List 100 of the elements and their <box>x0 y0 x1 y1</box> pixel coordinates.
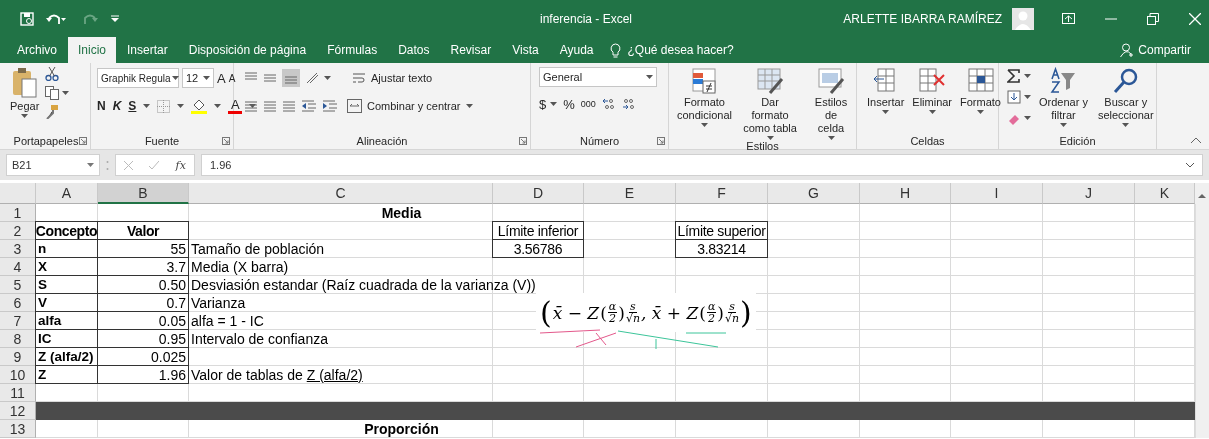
decrease-indent-icon[interactable] <box>301 99 317 113</box>
scroll-up-button[interactable] <box>1195 183 1209 204</box>
column-header[interactable]: G <box>768 183 860 204</box>
insert-function-button[interactable]: fx <box>175 158 186 172</box>
column-header[interactable]: A <box>36 183 98 204</box>
close-icon[interactable] <box>1189 12 1201 25</box>
row-header[interactable]: 4 <box>0 258 36 276</box>
style-button[interactable]: Estilos de celda <box>806 67 856 140</box>
row-header[interactable]: 11 <box>0 384 36 402</box>
cells-button[interactable]: Formato <box>958 67 1003 114</box>
font-color-button[interactable]: A <box>228 98 243 114</box>
column-header[interactable]: I <box>951 183 1043 204</box>
row-header[interactable]: 2 <box>0 222 36 240</box>
row-header[interactable]: 8 <box>0 330 36 348</box>
ribbon-tab[interactable]: Vista <box>502 37 549 63</box>
fill-color-icon[interactable] <box>191 98 208 114</box>
row-header[interactable]: 9 <box>0 348 36 366</box>
column-header[interactable]: F <box>676 183 768 204</box>
table-cell: 1.96 <box>158 367 186 382</box>
row-header[interactable]: 6 <box>0 294 36 312</box>
column-header[interactable]: E <box>584 183 676 204</box>
ribbon-tab[interactable]: Disposición de página <box>178 37 317 63</box>
collapse-ribbon-icon[interactable] <box>1191 137 1201 143</box>
ribbon-display-icon[interactable] <box>1062 13 1075 24</box>
share-button[interactable]: Compartir <box>1114 37 1209 63</box>
ribbon-tab[interactable]: Inicio <box>68 37 117 63</box>
caret-icon <box>62 91 70 95</box>
column-header[interactable]: H <box>860 183 951 204</box>
ribbon-tab[interactable]: Fórmulas <box>317 37 388 63</box>
cells-button[interactable]: Insertar <box>865 67 907 114</box>
underline-button[interactable]: S <box>128 99 137 113</box>
style-button[interactable]: Dar formato como tabla <box>740 67 800 140</box>
row-header[interactable]: 5 <box>0 276 36 294</box>
column-header[interactable]: B <box>98 183 189 204</box>
fill-icon[interactable] <box>1007 90 1021 104</box>
wrap-text-icon <box>352 71 366 85</box>
user-name: ARLETTE IBARRA RAMÍREZ <box>843 11 1002 26</box>
ribbon-tab[interactable]: Archivo <box>7 37 67 63</box>
number-format-dropdown[interactable]: General <box>539 67 657 87</box>
column-header[interactable]: C <box>189 183 493 204</box>
style-button[interactable]: Formato condicional <box>675 67 735 127</box>
formula-field[interactable]: 1.96 <box>210 159 232 171</box>
cut-icon[interactable] <box>45 67 60 81</box>
ribbon-tab[interactable]: Insertar <box>117 37 178 63</box>
align-left-icon[interactable] <box>244 99 258 113</box>
table-cell: X <box>38 259 47 274</box>
row-header[interactable]: 10 <box>0 366 36 384</box>
percent-button[interactable]: % <box>563 96 575 112</box>
table-cell: 3.83214 <box>697 241 746 256</box>
grow-font-button[interactable]: A <box>217 70 226 86</box>
dialog-launcher-icon[interactable] <box>657 137 665 145</box>
paste-icon[interactable] <box>11 67 38 99</box>
ribbon-tab[interactable]: Datos <box>388 37 440 63</box>
expand-icon[interactable] <box>1186 162 1194 168</box>
copy-icon[interactable] <box>45 86 60 100</box>
cells-button[interactable]: Eliminar <box>910 67 955 114</box>
edit-button[interactable]: Ordenar y filtrar <box>1037 67 1090 127</box>
borders-icon[interactable] <box>157 99 171 113</box>
cell-note: Varianza <box>191 295 246 310</box>
name-box[interactable]: B21 <box>6 154 100 176</box>
currency-button[interactable]: $ <box>539 96 558 112</box>
restore-icon[interactable] <box>1147 12 1159 25</box>
row-header[interactable]: 3 <box>0 240 36 258</box>
dialog-launcher-icon[interactable] <box>519 137 527 145</box>
save-icon[interactable] <box>20 11 34 26</box>
row-header[interactable]: 1 <box>0 204 36 222</box>
shrink-font-button[interactable]: A <box>228 72 236 84</box>
column-header[interactable]: K <box>1135 183 1195 204</box>
autosum-icon[interactable] <box>1007 69 1021 83</box>
row-header[interactable]: 7 <box>0 312 36 330</box>
table-cell: Límite inferior <box>497 223 579 238</box>
tell-me-field[interactable]: ¿Qué desea hacer? <box>627 43 734 57</box>
column-header[interactable]: D <box>493 183 584 204</box>
font-name-dropdown[interactable]: Graphik Regula <box>97 68 179 88</box>
decrease-decimal-icon[interactable] <box>621 98 636 110</box>
edit-button[interactable]: Buscar y seleccionar <box>1095 67 1156 127</box>
font-size-dropdown[interactable]: 12 <box>182 68 214 88</box>
merge-center-button[interactable]: Combinar y centrar <box>347 99 473 113</box>
caret-icon <box>203 76 210 80</box>
thousands-button[interactable]: 000 <box>580 99 596 109</box>
table-cell: Z (alfa/2) <box>38 349 94 364</box>
cell-note: Valor de tablas de Z (alfa/2) <box>191 367 363 382</box>
dialog-launcher-icon[interactable] <box>79 137 87 145</box>
paste-button[interactable]: Pegar <box>8 67 42 118</box>
ribbon-tab[interactable]: Ayuda <box>549 37 604 63</box>
ribbon-tab[interactable]: Revisar <box>440 37 502 63</box>
format-painter-icon[interactable] <box>45 105 60 119</box>
row-header[interactable]: 13 <box>0 420 36 438</box>
wrap-text-button[interactable]: Ajustar texto <box>352 71 433 85</box>
italic-button[interactable]: K <box>112 99 122 113</box>
bold-button[interactable]: N <box>97 99 106 113</box>
orientation-icon[interactable] <box>305 71 319 85</box>
dialog-launcher-icon[interactable] <box>222 137 230 145</box>
increase-decimal-icon[interactable] <box>601 98 616 110</box>
increase-indent-icon[interactable] <box>322 99 338 113</box>
customize-icon[interactable] <box>110 13 120 24</box>
column-header[interactable]: J <box>1043 183 1135 204</box>
link[interactable]: Z (alfa/2) <box>306 366 363 383</box>
table-header: Concepto <box>35 223 98 238</box>
row-header[interactable]: 12 <box>0 402 36 420</box>
